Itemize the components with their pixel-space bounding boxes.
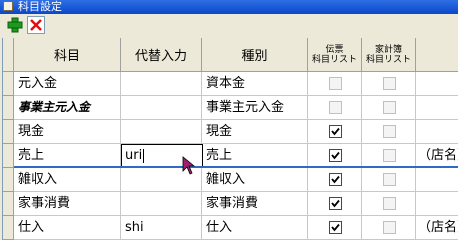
current-row-indicator	[14, 166, 458, 168]
cell-household-list	[362, 144, 416, 168]
slip-list-checkbox[interactable]	[329, 125, 342, 138]
cell-household-list	[362, 192, 416, 216]
row-header[interactable]	[3, 72, 14, 96]
cell-subject[interactable]: 現金	[14, 120, 121, 144]
cell-household-list	[362, 168, 416, 192]
cell-type[interactable]: 家事消費	[202, 192, 308, 216]
cell-household-list	[362, 120, 416, 144]
row-header[interactable]	[3, 168, 14, 192]
cell-alt-input[interactable]	[121, 192, 202, 216]
cell-household-list	[362, 72, 416, 96]
cell-extra[interactable]: （店名）:	[416, 144, 458, 168]
row-header[interactable]	[3, 96, 14, 120]
slip-list-checkbox[interactable]	[329, 221, 342, 234]
row-header[interactable]	[3, 192, 14, 216]
cell-subject[interactable]: 元入金	[14, 72, 121, 96]
alt-input-value: uri	[125, 148, 143, 163]
household-list-checkbox[interactable]	[383, 221, 396, 234]
cell-subject[interactable]: 売上	[14, 144, 121, 168]
cell-alt-input[interactable]: shi	[121, 216, 202, 240]
cell-extra[interactable]: （店名）:	[416, 216, 458, 240]
column-header-slip-list[interactable]: 伝票 科目リスト	[308, 38, 362, 72]
cell-alt-input[interactable]	[121, 120, 202, 144]
slip-list-checkbox[interactable]	[329, 173, 342, 186]
text-caret	[143, 148, 145, 163]
cell-type[interactable]: 資本金	[202, 72, 308, 96]
cell-extra[interactable]	[416, 96, 458, 120]
cell-slip-list	[308, 168, 362, 192]
cell-household-list	[362, 96, 416, 120]
cell-subject[interactable]: 雑収入	[14, 168, 121, 192]
column-header-type[interactable]: 種別	[202, 38, 308, 72]
mouse-cursor-icon	[182, 156, 196, 175]
cell-type[interactable]: 仕入	[202, 216, 308, 240]
cell-slip-list	[308, 96, 362, 120]
household-list-checkbox[interactable]	[383, 101, 396, 114]
column-header-extra[interactable]	[416, 38, 458, 72]
cell-extra[interactable]	[416, 120, 458, 144]
household-list-checkbox[interactable]	[383, 197, 396, 210]
cell-subject[interactable]: 仕入	[14, 216, 121, 240]
window-title: 科目設定	[18, 0, 62, 13]
household-list-checkbox[interactable]	[383, 173, 396, 186]
cell-extra[interactable]	[416, 168, 458, 192]
household-list-checkbox[interactable]	[383, 77, 396, 90]
cell-slip-list	[308, 72, 362, 96]
column-header-subject[interactable]: 科目	[14, 38, 121, 72]
app-icon	[3, 1, 13, 11]
cell-type[interactable]: 事業主元入金	[202, 96, 308, 120]
slip-list-checkbox[interactable]	[329, 101, 342, 114]
subject-grid: 科目 代替入力 種別 伝票 科目リスト 家計簿 科目リスト 元入金 資本金 事業主元…	[2, 38, 458, 240]
cell-slip-list	[308, 192, 362, 216]
cell-type[interactable]: 売上	[202, 144, 308, 168]
row-header[interactable]	[3, 144, 14, 168]
household-list-checkbox[interactable]	[383, 125, 396, 138]
cell-type[interactable]: 雑収入	[202, 168, 308, 192]
household-list-checkbox[interactable]	[383, 149, 396, 162]
row-header[interactable]	[3, 216, 14, 240]
slip-list-checkbox[interactable]	[329, 197, 342, 210]
cell-extra[interactable]	[416, 192, 458, 216]
cell-alt-input[interactable]	[121, 72, 202, 96]
cell-alt-input[interactable]	[121, 96, 202, 120]
plus-icon[interactable]	[6, 16, 24, 34]
cell-extra[interactable]	[416, 72, 458, 96]
cell-slip-list	[308, 120, 362, 144]
row-header[interactable]	[3, 120, 14, 144]
slip-list-checkbox[interactable]	[329, 77, 342, 90]
cell-type[interactable]: 現金	[202, 120, 308, 144]
toolbar	[0, 14, 458, 38]
cell-slip-list	[308, 216, 362, 240]
column-header-household-list[interactable]: 家計簿 科目リスト	[362, 38, 416, 72]
cell-slip-list	[308, 144, 362, 168]
column-header-alt-input[interactable]: 代替入力	[121, 38, 202, 72]
cell-household-list	[362, 216, 416, 240]
grid-corner	[3, 38, 14, 72]
cell-subject[interactable]: 家事消費	[14, 192, 121, 216]
title-bar: 科目設定	[0, 0, 458, 14]
cell-subject[interactable]: 事業主元入金	[14, 96, 121, 120]
slip-list-checkbox[interactable]	[329, 149, 342, 162]
delete-x-icon[interactable]	[27, 16, 45, 34]
